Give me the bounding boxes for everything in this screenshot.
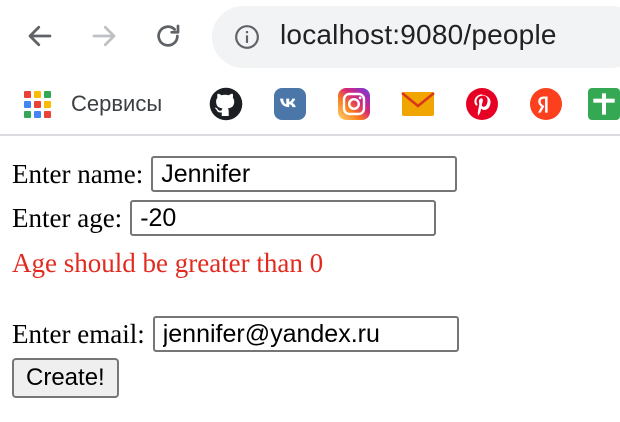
reload-button[interactable] (148, 16, 188, 56)
age-input[interactable] (130, 200, 437, 236)
green-plus-icon (588, 88, 620, 120)
email-label: Enter email: (12, 318, 145, 349)
email-row: Enter email: (12, 312, 612, 356)
mail-envelope-icon (401, 92, 435, 116)
age-row: Enter age: (12, 196, 612, 240)
name-label: Enter name: (12, 158, 144, 189)
address-bar[interactable]: localhost:9080/people (212, 6, 620, 68)
back-button[interactable] (20, 16, 60, 56)
bookmark-github[interactable] (208, 86, 244, 122)
forward-button[interactable] (84, 16, 124, 56)
name-input[interactable] (151, 156, 458, 192)
age-error-message: Age should be greater than 0 (12, 247, 324, 278)
submit-row: Create! (12, 356, 612, 400)
email-input[interactable] (152, 316, 459, 352)
info-icon[interactable] (234, 24, 260, 50)
url-text[interactable]: localhost:9080/people (280, 19, 557, 51)
age-label: Enter age: (12, 202, 123, 233)
bookmark-plus[interactable] (588, 86, 620, 122)
name-row: Enter name: (12, 152, 612, 196)
bookmark-yandex[interactable] (528, 86, 564, 122)
forward-arrow-icon (92, 25, 116, 47)
bookmarks-bar: Сервисы (0, 76, 620, 136)
bookmark-apps-label: Сервисы (71, 91, 163, 116)
bookmark-instagram[interactable] (336, 86, 372, 122)
pinterest-icon (466, 88, 498, 120)
people-form: Enter name: Enter age: Age should be gre… (12, 152, 612, 400)
bookmark-apps[interactable]: Сервисы (24, 86, 162, 122)
github-icon (209, 87, 243, 121)
back-arrow-icon (28, 25, 52, 47)
apps-grid-icon (24, 90, 51, 118)
bookmark-vk[interactable] (272, 86, 308, 122)
bookmark-pinterest[interactable] (464, 86, 500, 122)
reload-icon (157, 24, 180, 47)
bookmark-mail[interactable] (400, 86, 436, 122)
create-button[interactable]: Create! (12, 358, 119, 398)
vk-icon (274, 88, 306, 120)
instagram-icon (338, 88, 370, 120)
browser-toolbar: localhost:9080/people (0, 0, 620, 76)
yandex-icon (530, 88, 562, 120)
